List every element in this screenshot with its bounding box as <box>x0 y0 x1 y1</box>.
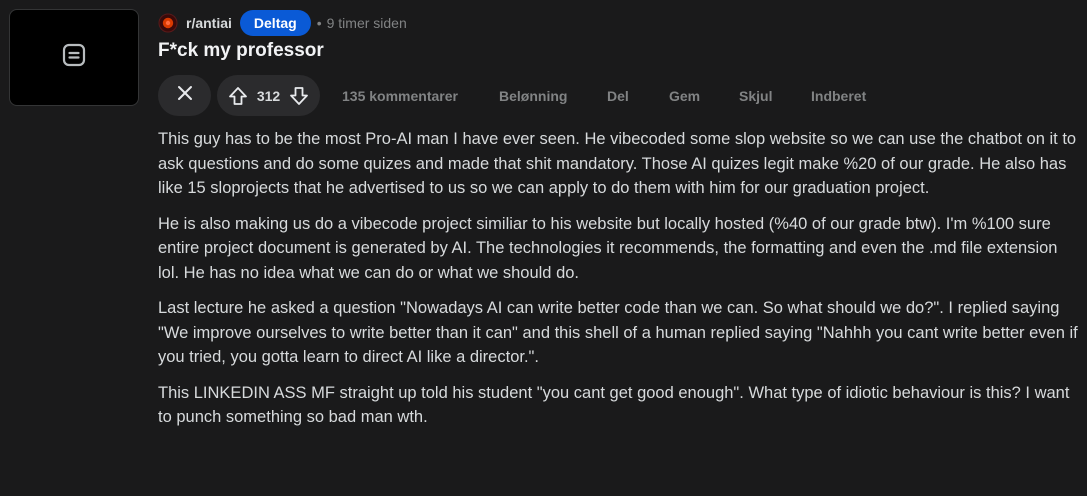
save-button[interactable]: Gem <box>669 88 700 104</box>
action-bar: 312 <box>158 75 320 116</box>
close-icon <box>177 85 193 106</box>
vote-count: 312 <box>256 87 281 104</box>
upvote-arrow-icon[interactable] <box>228 86 248 106</box>
comments-button[interactable]: 135 kommentarer <box>342 88 458 104</box>
post-title[interactable]: F*ck my professor <box>158 40 324 62</box>
post-body: This guy has to be the most Pro-AI man I… <box>158 127 1078 441</box>
body-paragraph: This LINKEDIN ASS MF straight up told hi… <box>158 383 1070 427</box>
award-button[interactable]: Belønning <box>499 88 567 104</box>
post-thumbnail[interactable] <box>9 9 139 106</box>
post-meta: r/antiai Deltag • 9 timer siden <box>158 10 407 36</box>
body-paragraph: This guy has to be the most Pro-AI man I… <box>158 130 1077 197</box>
subreddit-icon[interactable] <box>158 13 178 33</box>
subreddit-link[interactable]: r/antiai <box>186 15 232 31</box>
downvote-arrow-icon[interactable] <box>289 86 309 106</box>
close-button[interactable] <box>158 75 211 116</box>
body-paragraph: Last lecture he asked a question "Nowada… <box>158 299 1078 366</box>
join-button[interactable]: Deltag <box>239 10 311 36</box>
report-button[interactable]: Indberet <box>811 88 866 104</box>
body-paragraph: He is also making us do a vibecode proje… <box>158 214 1058 282</box>
post-time: 9 timer siden <box>326 15 407 31</box>
meta-separator: • <box>316 15 322 31</box>
text-post-icon <box>61 42 87 73</box>
vote-control: 312 <box>217 75 320 116</box>
hide-button[interactable]: Skjul <box>739 88 772 104</box>
share-button[interactable]: Del <box>607 88 629 104</box>
